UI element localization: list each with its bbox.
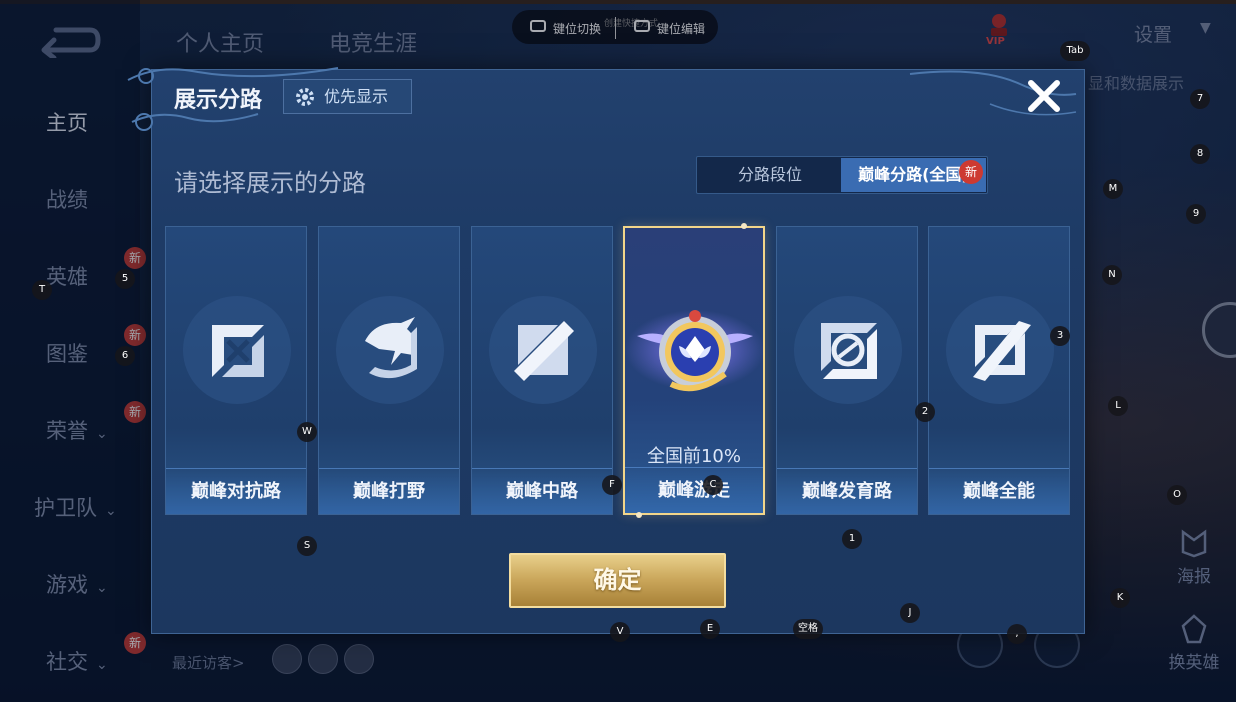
key-hint: M xyxy=(1103,179,1123,199)
lane-card-label: 巅峰发育路 xyxy=(777,468,917,514)
priority-display-label: 优先显示 xyxy=(324,87,389,106)
selection-corner-dot xyxy=(741,223,747,229)
close-icon[interactable] xyxy=(1024,76,1064,116)
selection-corner-dot xyxy=(636,512,642,518)
dialog-title: 展示分路 xyxy=(174,88,263,113)
key-hint: 2 xyxy=(915,402,935,422)
key-hint: 5 xyxy=(115,269,135,289)
lane-card-label: 巅峰游走 xyxy=(625,467,763,513)
lane-card-all-round[interactable]: 巅峰全能 xyxy=(928,226,1070,515)
all-round-icon xyxy=(946,296,1054,404)
new-badge: 新 xyxy=(959,160,983,184)
tab-lane-rank[interactable]: 分路段位 xyxy=(698,158,842,192)
key-hint: 9 xyxy=(1186,204,1206,224)
key-hint: E xyxy=(700,619,720,639)
key-hint: 6 xyxy=(115,346,135,366)
key-hint: , xyxy=(1007,624,1027,644)
key-hint: T xyxy=(32,280,52,300)
lane-card-mid[interactable]: 巅峰中路 xyxy=(471,226,613,515)
lane-card-label: 巅峰对抗路 xyxy=(166,468,306,514)
key-hint: V xyxy=(610,622,630,642)
lane-card-label: 巅峰打野 xyxy=(319,468,459,514)
key-hint: S xyxy=(297,536,317,556)
dialog-subtitle: 请选择展示的分路 xyxy=(174,169,366,197)
lane-card-farm[interactable]: 巅峰发育路 xyxy=(776,226,918,515)
key-hint: J xyxy=(900,603,920,623)
lane-card-roam[interactable]: 全国前10% 巅峰游走 xyxy=(623,226,765,515)
lane-card-label: 巅峰中路 xyxy=(472,468,612,514)
key-hint: 8 xyxy=(1190,144,1210,164)
lane-card-clash[interactable]: 巅峰对抗路 xyxy=(165,226,307,515)
jungle-icon xyxy=(336,296,444,404)
key-hint: 7 xyxy=(1190,89,1210,109)
roam-icon xyxy=(625,310,765,392)
priority-display-button[interactable]: 优先显示 xyxy=(283,79,412,114)
key-hint: 空格 xyxy=(793,619,823,639)
key-hint: Tab xyxy=(1060,41,1090,61)
lane-card-label: 巅峰全能 xyxy=(929,468,1069,514)
mid-lane-icon xyxy=(489,296,597,404)
key-hint: 3 xyxy=(1050,326,1070,346)
key-hint: K xyxy=(1110,588,1130,608)
confirm-button[interactable]: 确定 xyxy=(509,553,726,608)
key-hint: F xyxy=(602,475,622,495)
gear-icon xyxy=(296,88,314,106)
key-hint: 1 xyxy=(842,529,862,549)
key-hint: N xyxy=(1102,265,1122,285)
rank-percentile: 全国前10% xyxy=(646,446,741,467)
farm-lane-icon xyxy=(794,296,902,404)
lane-card-jungle[interactable]: 巅峰打野 xyxy=(318,226,460,515)
key-hint: C xyxy=(703,475,723,495)
clash-lane-icon xyxy=(183,296,291,404)
key-hint: L xyxy=(1108,396,1128,416)
key-hint: W xyxy=(297,422,317,442)
key-hint: O xyxy=(1167,485,1187,505)
